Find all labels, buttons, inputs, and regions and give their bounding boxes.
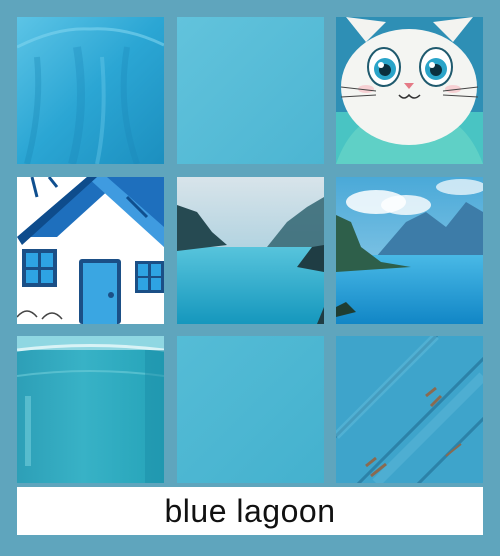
solid-swatch-tile-2 bbox=[177, 336, 324, 483]
cottage-tile bbox=[17, 177, 164, 324]
mountain-lake-tile bbox=[336, 177, 483, 324]
moodboard-grid: blue lagoon bbox=[0, 0, 500, 556]
ceramic-cup-tile bbox=[17, 336, 164, 483]
caption-text: blue lagoon bbox=[164, 492, 336, 529]
misty-lake-tile bbox=[177, 177, 324, 324]
wood-plank-tile bbox=[336, 336, 483, 483]
cartoon-cat-tile bbox=[336, 17, 483, 164]
caption-box: blue lagoon bbox=[17, 487, 483, 535]
solid-swatch-tile bbox=[177, 17, 324, 164]
fabric-tile bbox=[17, 17, 164, 164]
